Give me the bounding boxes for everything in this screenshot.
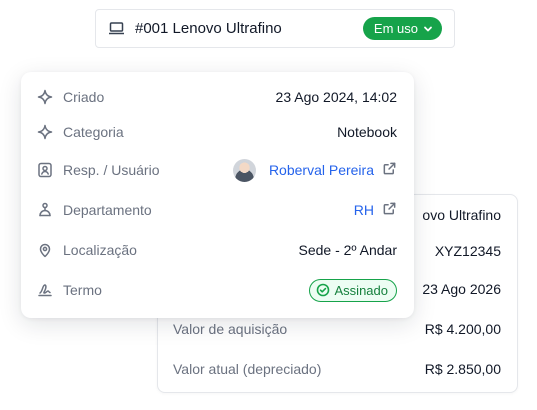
check-circle-icon — [316, 283, 330, 297]
chevron-down-icon — [423, 24, 433, 34]
sparkle-icon — [37, 124, 53, 140]
network-icon — [37, 202, 53, 218]
localizacao-value: Sede - 2º Andar — [298, 242, 397, 258]
location-pin-icon — [37, 242, 53, 258]
responsavel-label: Resp. / Usuário — [63, 162, 160, 178]
external-link-icon[interactable] — [382, 201, 397, 219]
detail-row-departamento: Departamento RH — [37, 198, 397, 222]
departamento-value-group: RH — [354, 201, 397, 219]
departamento-label: Departamento — [63, 202, 152, 218]
detail-row-categoria: Categoria Notebook — [37, 120, 397, 144]
sparkle-icon — [37, 89, 53, 105]
acquisition-value: R$ 4.200,00 — [424, 321, 501, 337]
laptop-icon — [108, 21, 125, 36]
categoria-label: Categoria — [63, 124, 124, 140]
detail-row-termo: Termo Assinado — [37, 278, 397, 302]
localizacao-label: Localização — [63, 242, 137, 258]
signed-badge: Assinado — [308, 278, 397, 302]
signed-label: Assinado — [334, 282, 388, 298]
user-badge-icon — [37, 162, 53, 178]
criado-value: 23 Ago 2024, 14:02 — [275, 89, 397, 105]
status-dropdown[interactable]: Em uso — [362, 17, 442, 40]
asset-details-card: Criado 23 Ago 2024, 14:02 Categoria Note… — [21, 72, 414, 318]
departamento-link[interactable]: RH — [354, 202, 374, 218]
criado-label: Criado — [63, 89, 105, 105]
responsavel-value-group: Roberval Pereira — [232, 158, 397, 182]
status-label: Em uso — [373, 21, 418, 36]
summary-model: ovo Ultrafino — [422, 207, 501, 223]
current-value-label: Valor atual (depreciado) — [173, 361, 322, 377]
external-link-icon[interactable] — [382, 161, 397, 179]
termo-value-group: Assinado — [308, 278, 397, 302]
summary-acquisition-row: Valor de aquisição R$ 4.200,00 — [173, 321, 501, 337]
categoria-value: Notebook — [337, 124, 397, 140]
summary-date: 23 Ago 2026 — [422, 281, 501, 297]
termo-label: Termo — [63, 282, 102, 298]
signature-icon — [37, 282, 53, 298]
detail-row-responsavel: Resp. / Usuário Roberval Pereira — [37, 158, 397, 182]
acquisition-label: Valor de aquisição — [173, 321, 288, 337]
asset-header: #001 Lenovo Ultrafino Em uso — [95, 9, 455, 48]
responsavel-link[interactable]: Roberval Pereira — [269, 162, 374, 178]
summary-current-value-row: Valor atual (depreciado) R$ 2.850,00 — [173, 361, 501, 377]
detail-row-criado: Criado 23 Ago 2024, 14:02 — [37, 85, 397, 109]
summary-serial: XYZ12345 — [434, 243, 501, 259]
current-value: R$ 2.850,00 — [424, 361, 501, 377]
avatar — [232, 158, 256, 182]
asset-title: #001 Lenovo Ultrafino — [135, 20, 282, 37]
detail-row-localizacao: Localização Sede - 2º Andar — [37, 238, 397, 262]
